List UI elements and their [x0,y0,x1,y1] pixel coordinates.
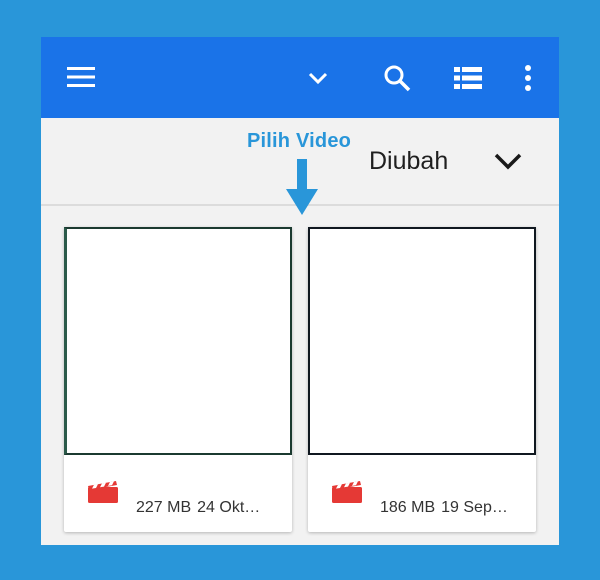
list-view-icon[interactable] [454,66,482,90]
annotation-arrow-icon [286,159,318,215]
chevron-down-icon[interactable] [307,70,329,86]
video-file-icon [88,481,118,503]
file-meta: 186 MB 19 Sep… [380,499,508,517]
file-date: 24 Okt… [197,499,261,516]
video-file-card[interactable]: 186 MB 19 Sep… [308,227,536,532]
video-thumbnail[interactable] [64,227,292,455]
video-file-card[interactable]: 227 MB 24 Okt… [64,227,292,532]
file-date: 19 Sep… [441,499,508,516]
file-size: 186 MB [380,499,436,516]
video-thumbnail[interactable] [308,227,536,455]
menu-icon[interactable] [67,66,95,88]
sort-label[interactable]: Diubah [369,147,448,176]
more-vert-icon[interactable] [521,64,535,92]
file-meta: 227 MB 24 Okt… [136,499,260,517]
file-size: 227 MB [136,499,192,516]
search-icon[interactable] [383,64,411,92]
video-file-icon [332,481,362,503]
phone-screen: Diubah Pilih Video 227 MB 24 Okt… 186 MB… [41,37,559,545]
sort-chevron-down-icon[interactable] [493,152,523,172]
app-bar [41,37,559,118]
annotation-label: Pilih Video [247,130,352,152]
